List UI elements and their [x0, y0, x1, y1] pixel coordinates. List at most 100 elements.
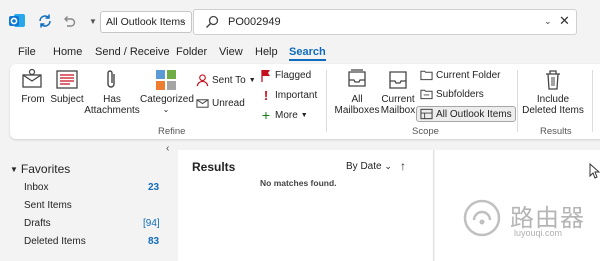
sent-to-label: Sent To — [212, 75, 246, 86]
unread-button[interactable]: Unread — [196, 97, 245, 110]
no-matches-message: No matches found. — [260, 178, 337, 188]
trash-icon — [546, 70, 560, 90]
has-attachments-label-2: Attachments — [84, 105, 140, 116]
results-heading: Results — [192, 160, 236, 174]
chevron-down-icon: ▼ — [10, 164, 18, 174]
group-divider — [517, 70, 518, 132]
sent-to-button[interactable]: Sent To ▼ — [196, 74, 256, 87]
current-mailbox-label-2: Mailbox — [380, 105, 416, 116]
folder-sent-items[interactable]: Sent Items — [24, 200, 72, 211]
envelope-icon — [196, 99, 209, 108]
tab-folder[interactable]: Folder — [176, 46, 207, 58]
flagged-label: Flagged — [275, 70, 312, 81]
flagged-button[interactable]: Flagged — [260, 69, 311, 82]
folder-inbox[interactable]: Inbox — [24, 182, 48, 193]
all-mailboxes-label-2: Mailboxes — [334, 105, 380, 116]
subject-label: Subject — [50, 94, 84, 105]
favorites-label: Favorites — [20, 162, 71, 176]
search-input[interactable] — [228, 14, 528, 30]
subfolders-label: Subfolders — [436, 88, 484, 100]
more-button[interactable]: + More ▼ — [260, 107, 308, 123]
current-folder-label: Current Folder — [436, 69, 501, 81]
folder-drafts[interactable]: Drafts — [24, 218, 51, 229]
deleted-unread-count: 83 — [148, 236, 160, 247]
important-button[interactable]: ! Important — [260, 88, 317, 103]
chevron-down-icon: ⌄ — [162, 105, 170, 114]
refine-group-label: Refine — [158, 126, 186, 137]
sort-by-label: By Date — [346, 161, 382, 172]
tab-file[interactable]: File — [18, 46, 36, 58]
plus-icon: + — [261, 107, 271, 123]
inbox-icon — [389, 71, 407, 89]
important-label: Important — [275, 90, 318, 101]
subfolders-button[interactable]: Subfolders — [420, 88, 484, 100]
person-icon — [196, 74, 209, 87]
include-deleted-label-2: Deleted Items — [522, 105, 584, 116]
tab-view[interactable]: View — [219, 46, 243, 58]
sort-direction-arrow-icon[interactable]: ↑ — [400, 159, 406, 173]
ribbon-tabs: File Home Send / Receive Folder View Hel… — [0, 44, 600, 64]
search-options-chevron-icon[interactable]: ⌄ — [544, 16, 552, 27]
envelope-person-icon — [22, 68, 42, 88]
folder-deleted-items[interactable]: Deleted Items — [24, 236, 86, 247]
search-scope-dropdown[interactable]: All Outlook Items ⌄ — [100, 11, 192, 33]
search-scope-value: All Outlook Items — [106, 16, 186, 28]
mouse-cursor-icon — [589, 162, 600, 182]
close-search-icon[interactable]: ✕ — [559, 13, 570, 29]
title-bar: ▼ All Outlook Items ⌄ ⌄ ✕ — [0, 0, 600, 44]
watermark: 路由器 luyouqi.com — [458, 196, 598, 242]
has-attachments-button[interactable]: Has Attachments — [84, 68, 140, 116]
chevron-down-icon: ▼ — [300, 111, 308, 119]
exclamation-icon: ! — [263, 88, 269, 103]
all-mailboxes-label-1: All — [351, 94, 363, 105]
group-divider — [326, 70, 327, 132]
categorized-label: Categorized — [140, 94, 194, 105]
scope-group-label: Scope — [412, 126, 439, 137]
watermark-url: luyouqi.com — [514, 228, 563, 238]
router-logo-icon — [463, 199, 501, 237]
include-deleted-items-button[interactable]: Include Deleted Items — [520, 68, 586, 116]
search-box[interactable]: ⌄ ✕ — [193, 9, 577, 35]
drafts-count: [94] — [143, 218, 160, 229]
subject-lines-icon — [56, 70, 78, 89]
all-items-icon — [420, 108, 433, 120]
paperclip-icon — [107, 70, 115, 88]
categories-icon — [156, 70, 176, 90]
tab-search[interactable]: Search — [289, 46, 326, 61]
group-divider — [592, 70, 593, 132]
inbox-stack-icon — [348, 69, 366, 87]
outlook-logo-icon — [8, 12, 26, 30]
collapse-folder-pane-chevron-icon[interactable]: ‹ — [166, 143, 169, 154]
undo-icon[interactable] — [60, 12, 78, 30]
chevron-down-icon: ⌄ — [384, 161, 392, 171]
chevron-down-icon: ⌄ — [178, 15, 186, 25]
send-receive-all-icon[interactable] — [36, 12, 54, 30]
chevron-down-icon: ▼ — [248, 77, 256, 84]
search-ribbon: From Subject Has Attachments Categorized… — [10, 64, 600, 139]
inbox-unread-count: 23 — [148, 182, 160, 193]
sort-by-button[interactable]: By Date ⌄ — [346, 161, 392, 172]
current-folder-button[interactable]: Current Folder — [420, 69, 500, 81]
current-mailbox-button[interactable]: Current Mailbox — [380, 68, 416, 116]
more-label: More — [275, 109, 298, 121]
tab-send-receive[interactable]: Send / Receive — [95, 46, 170, 58]
from-label: From — [21, 94, 45, 105]
current-mailbox-label-1: Current — [381, 94, 415, 105]
message-list: Results By Date ⌄ ↑ No matches found. — [178, 150, 434, 261]
all-mailboxes-button[interactable]: All Mailboxes — [332, 68, 382, 116]
unread-label: Unread — [212, 98, 245, 109]
all-outlook-items-button[interactable]: All Outlook Items — [416, 106, 516, 122]
results-group-label: Results — [540, 126, 572, 137]
subject-button[interactable]: Subject — [50, 68, 84, 105]
has-attachments-label-1: Has — [103, 94, 121, 105]
flag-icon — [261, 70, 270, 82]
tab-help[interactable]: Help — [255, 46, 278, 58]
favorites-header[interactable]: ▼ Favorites — [10, 162, 70, 176]
all-outlook-items-label: All Outlook Items — [436, 108, 512, 120]
subfolders-icon — [420, 89, 433, 100]
categorized-button[interactable]: Categorized ⌄ — [140, 68, 194, 114]
from-button[interactable]: From — [18, 68, 48, 105]
search-icon — [204, 14, 220, 33]
folder-icon — [420, 70, 433, 81]
tab-home[interactable]: Home — [53, 46, 82, 58]
